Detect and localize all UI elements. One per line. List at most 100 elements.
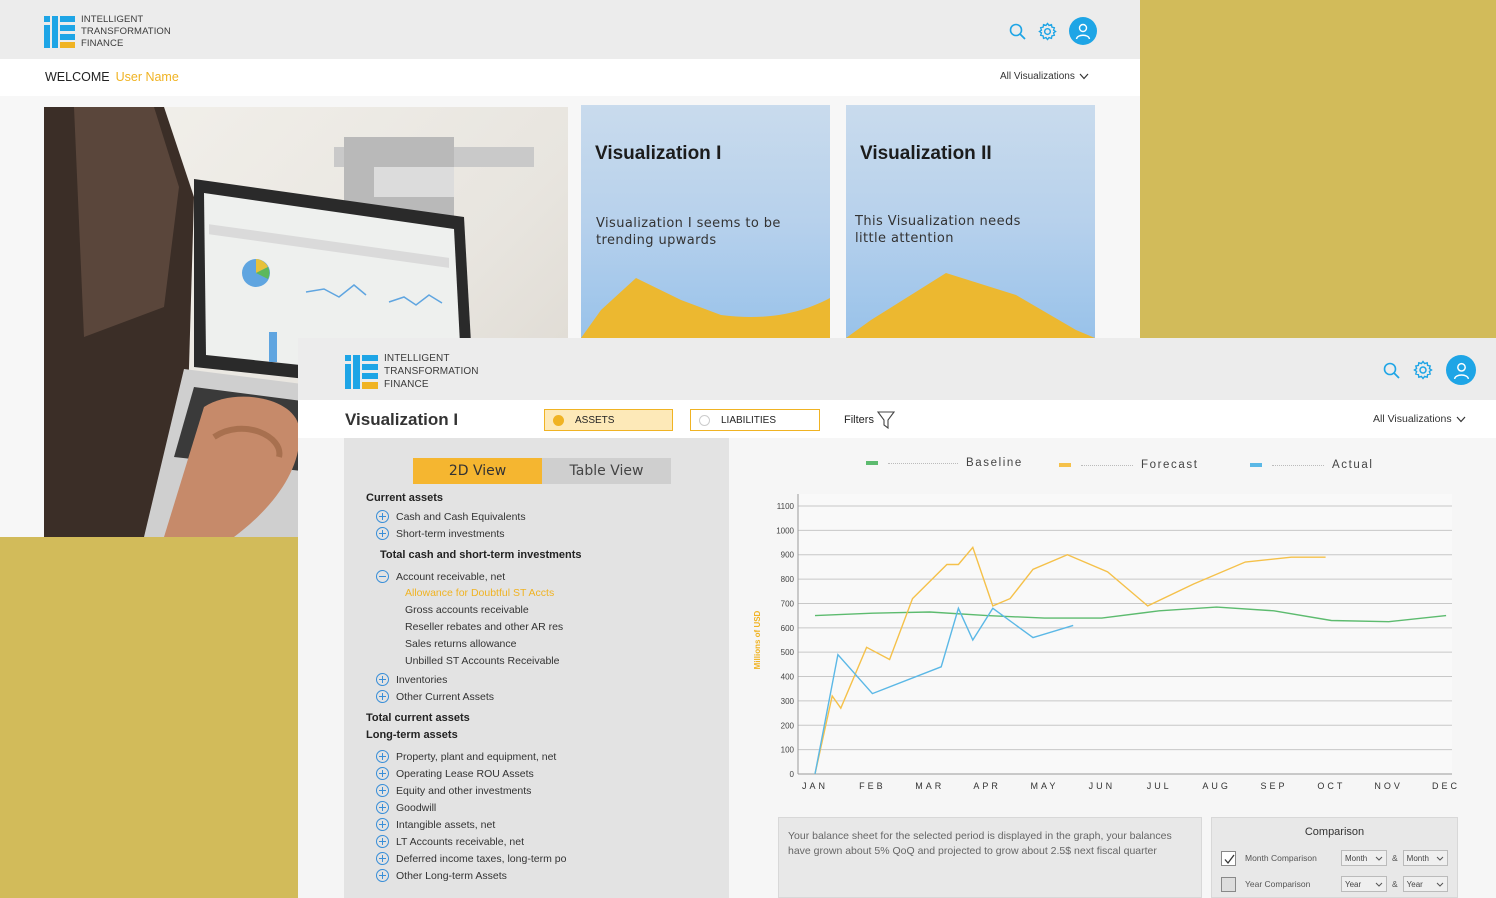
y-tick-label: 1100 — [777, 502, 795, 511]
tree-item[interactable]: Reseller rebates and other AR res — [405, 621, 563, 633]
brand-line-2: TRANSFORMATION — [81, 26, 171, 37]
plot-background — [798, 494, 1452, 774]
liabilities-label: LIABILITIES — [721, 414, 777, 426]
year-select-b[interactable]: Year — [1402, 876, 1448, 892]
tree-item[interactable]: LT Accounts receivable, net — [376, 835, 524, 848]
user-avatar-icon[interactable] — [1069, 17, 1097, 45]
brand-line-3: FINANCE — [81, 38, 124, 49]
user-avatar-icon[interactable] — [1446, 355, 1476, 385]
assets-toggle[interactable]: ASSETS — [544, 409, 673, 431]
expand-plus-icon[interactable] — [376, 801, 389, 814]
brand-line-1: INTELLIGENT — [384, 353, 450, 364]
brand-logo[interactable]: INTELLIGENT TRANSFORMATION FINANCE — [44, 14, 171, 50]
brand-line-1: INTELLIGENT — [81, 14, 144, 25]
card-mountain-graphic — [581, 278, 830, 338]
year-select-a[interactable]: Year — [1341, 876, 1387, 892]
tree-item-label: Gross accounts receivable — [405, 604, 529, 616]
tree-item[interactable]: Property, plant and equipment, net — [376, 750, 556, 763]
year-comparison-label: Year Comparison — [1245, 879, 1311, 889]
all-visualizations-dropdown[interactable]: All Visualizations — [1373, 413, 1466, 425]
tree-item-label: Inventories — [396, 673, 448, 686]
tree-item[interactable]: Other Current Assets — [376, 690, 494, 703]
tree-item[interactable]: Gross accounts receivable — [405, 604, 529, 616]
chevron-down-icon — [1456, 416, 1466, 422]
expand-plus-icon[interactable] — [376, 527, 389, 540]
comparison-panel: Comparison Month Comparison Month & Mont… — [1211, 817, 1458, 898]
tree-item[interactable]: Allowance for Doubtful ST Accts — [405, 587, 554, 599]
liabilities-toggle[interactable]: LIABILITIES — [690, 409, 820, 431]
all-visualizations-label: All Visualizations — [1373, 413, 1452, 425]
visualization-card-1[interactable]: Visualization I Visualization I seems to… — [581, 105, 830, 338]
month-select-b[interactable]: Month — [1402, 850, 1448, 866]
brand-logo[interactable]: INTELLIGENT TRANSFORMATION FINANCE — [345, 352, 479, 391]
tree-item[interactable]: Equity and other investments — [376, 784, 531, 797]
month-comparison-checkbox[interactable] — [1221, 850, 1236, 866]
collapse-minus-icon[interactable] — [376, 570, 389, 583]
tree-item-label: Other Current Assets — [396, 690, 495, 703]
expand-plus-icon[interactable] — [376, 767, 389, 780]
expand-plus-icon[interactable] — [376, 835, 389, 848]
select-value: Month — [1406, 853, 1429, 863]
expand-plus-icon[interactable] — [376, 673, 389, 686]
tree-item[interactable]: Account receivable, net — [376, 570, 505, 583]
tree-item-label: Total cash and short-term investments — [380, 549, 582, 561]
tree-item-label: Reseller rebates and other AR res — [405, 621, 564, 633]
tree-item[interactable]: Inventories — [376, 673, 447, 686]
chevron-down-icon — [1436, 882, 1444, 887]
tree-group-heading: Total cash and short-term investments — [380, 549, 582, 561]
tree-item[interactable]: Other Long-term Assets — [376, 869, 507, 882]
tree-item-label: Goodwill — [396, 801, 437, 814]
radio-selected-icon — [553, 414, 564, 426]
year-comparison-checkbox[interactable] — [1221, 876, 1236, 892]
tree-item[interactable]: Deferred income taxes, long-term po — [376, 852, 566, 865]
tree-group-heading: Long-term assets — [366, 729, 458, 741]
tree-group-heading: Total current assets — [366, 712, 470, 724]
filters-button[interactable]: Filters — [844, 411, 895, 429]
tree-item[interactable]: Goodwill — [376, 801, 436, 814]
x-tick-label: FEB — [859, 781, 886, 791]
header-actions — [1009, 17, 1097, 45]
expand-plus-icon[interactable] — [376, 750, 389, 763]
y-tick-label: 700 — [781, 599, 795, 608]
tree-item[interactable]: Sales returns allowance — [405, 638, 516, 650]
y-tick-label: 0 — [790, 770, 795, 779]
expand-plus-icon[interactable] — [376, 818, 389, 831]
x-tick-label: JAN — [802, 781, 828, 791]
gear-icon[interactable] — [1413, 360, 1433, 380]
tree-item[interactable]: Intangible assets, net — [376, 818, 495, 831]
all-visualizations-label: All Visualizations — [1000, 71, 1075, 82]
comparison-title: Comparison — [1304, 826, 1365, 838]
visualization-card-2[interactable]: Visualization II This Visualization need… — [846, 105, 1095, 338]
tab-2d-view[interactable]: 2D View — [413, 458, 542, 484]
tree-item-label: Intangible assets, net — [396, 818, 496, 831]
tree-item-label: Short-term investments — [396, 527, 505, 540]
brand-name: INTELLIGENT TRANSFORMATION FINANCE — [384, 352, 479, 391]
search-icon[interactable] — [1009, 23, 1026, 40]
expand-plus-icon[interactable] — [376, 869, 389, 882]
expand-plus-icon[interactable] — [376, 784, 389, 797]
search-icon[interactable] — [1383, 362, 1400, 379]
expand-plus-icon[interactable] — [376, 852, 389, 865]
x-tick-label: MAY — [1031, 781, 1059, 791]
tree-item[interactable]: Unbilled ST Accounts Receivable — [405, 655, 559, 667]
all-visualizations-dropdown[interactable]: All Visualizations — [1000, 71, 1089, 82]
visualization-detail-screen: INTELLIGENT TRANSFORMATION FINANCE Visua… — [298, 338, 1496, 898]
chevron-down-icon — [1436, 856, 1444, 861]
tree-item[interactable]: Cash and Cash Equivalents — [376, 510, 526, 523]
expand-plus-icon[interactable] — [376, 510, 389, 523]
gear-icon[interactable] — [1038, 21, 1057, 41]
expand-plus-icon[interactable] — [376, 690, 389, 703]
tree-item[interactable]: Operating Lease ROU Assets — [376, 767, 534, 780]
x-tick-label: NOV — [1374, 781, 1403, 791]
month-select-a[interactable]: Month — [1341, 850, 1387, 866]
user-name[interactable]: User Name — [116, 70, 179, 84]
tree-item[interactable]: Short-term investments — [376, 527, 505, 540]
tree-item-label: Cash and Cash Equivalents — [396, 510, 526, 523]
y-tick-label: 800 — [781, 575, 795, 584]
header-actions — [1383, 355, 1476, 385]
tab-table-view[interactable]: Table View — [542, 458, 671, 484]
line-chart: 0 100 200 300 400 500 600 700 800 900 1000 1100 JAN F… — [753, 494, 1457, 791]
ampersand: & — [1392, 853, 1398, 863]
radio-unselected-icon — [699, 414, 710, 426]
logo-mark-icon — [345, 354, 378, 389]
